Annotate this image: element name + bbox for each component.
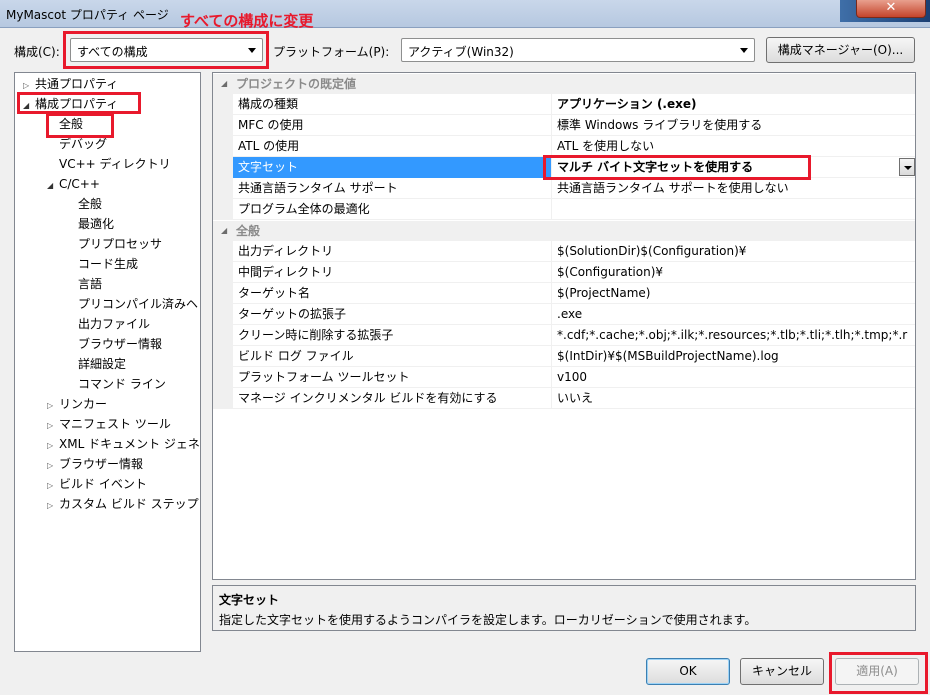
tree-item-output-files[interactable]: 出力ファイル (78, 314, 150, 334)
expand-icon[interactable]: ▷ (47, 416, 59, 436)
config-manager-button[interactable]: 構成マネージャー(O)... (766, 37, 915, 63)
config-label: 構成(C): (14, 45, 60, 59)
property-value[interactable]: 標準 Windows ライブラリを使用する (553, 115, 915, 136)
expand-icon[interactable]: ▷ (47, 456, 59, 476)
category-general[interactable]: ◢ 全般 (213, 221, 915, 241)
dropdown-button[interactable] (899, 158, 915, 176)
tree-item-cpp[interactable]: ◢ C/C++ (47, 174, 100, 194)
property-name: ターゲット名 (233, 283, 552, 304)
tree-item-general[interactable]: 全般 (59, 114, 83, 134)
title-bar: MyMascot プロパティ ページ ✕ (0, 0, 930, 28)
tree-item-cpp-general[interactable]: 全般 (78, 194, 102, 214)
tree-item-custom-build-step[interactable]: ▷ カスタム ビルド ステップ (47, 494, 199, 514)
config-select[interactable]: すべての構成 (70, 38, 263, 62)
tree-item-configuration-properties[interactable]: ◢ 構成プロパティ (23, 94, 118, 114)
property-row[interactable]: ターゲットの拡張子 .exe (213, 304, 915, 325)
property-name: 中間ディレクトリ (233, 262, 552, 283)
property-name: プログラム全体の最適化 (233, 199, 552, 220)
property-row[interactable]: ATL の使用 ATL を使用しない (213, 136, 915, 157)
description-title: 文字セット (219, 593, 280, 607)
property-row[interactable]: 共通言語ランタイム サポート 共通言語ランタイム サポートを使用しない (213, 178, 915, 199)
apply-button[interactable]: 適用(A) (835, 658, 919, 685)
property-value[interactable]: アプリケーション (.exe) (553, 94, 915, 115)
category-project-defaults[interactable]: ◢ プロジェクトの既定値 (213, 74, 915, 94)
property-name: 文字セット (233, 157, 552, 178)
platform-select[interactable]: アクティブ(Win32) (401, 38, 755, 62)
tree-item-precompiled-headers[interactable]: プリコンパイル済みヘ (78, 294, 198, 314)
expand-icon[interactable]: ▷ (47, 496, 59, 516)
property-value[interactable] (553, 199, 915, 220)
window-title: MyMascot プロパティ ページ (6, 8, 169, 22)
expand-icon[interactable]: ▷ (47, 396, 59, 416)
property-name: MFC の使用 (233, 115, 552, 136)
property-name: マネージ インクリメンタル ビルドを有効にする (233, 388, 552, 409)
property-value[interactable]: $(ProjectName) (553, 283, 915, 304)
tree-item-xml-document-generator[interactable]: ▷ XML ドキュメント ジェネ (47, 434, 200, 454)
property-row[interactable]: 出力ディレクトリ $(SolutionDir)$(Configuration)¥ (213, 241, 915, 262)
property-name: プラットフォーム ツールセット (233, 367, 552, 388)
property-value[interactable]: .exe (553, 304, 915, 325)
description-pane: 文字セット 指定した文字セットを使用するようコンパイラを設定します。ローカリゼー… (212, 585, 916, 631)
tree-item-preprocessor[interactable]: プリプロセッサ (78, 234, 162, 254)
close-button[interactable]: ✕ (856, 0, 926, 18)
collapse-icon[interactable]: ◢ (47, 176, 59, 196)
collapse-icon[interactable]: ◢ (221, 74, 227, 94)
ok-button[interactable]: OK (646, 658, 730, 685)
expand-icon[interactable]: ▷ (23, 76, 35, 96)
property-value[interactable]: $(Configuration)¥ (553, 262, 915, 283)
tree-item-manifest-tool[interactable]: ▷ マニフェスト ツール (47, 414, 171, 434)
property-name: ビルド ログ ファイル (233, 346, 552, 367)
config-select-value: すべての構成 (77, 45, 148, 59)
tree-item-language[interactable]: 言語 (78, 274, 102, 294)
tree-item-browse-info[interactable]: ▷ ブラウザー情報 (47, 454, 143, 474)
property-name: 共通言語ランタイム サポート (233, 178, 552, 199)
property-value[interactable]: v100 (553, 367, 915, 388)
description-text: 指定した文字セットを使用するようコンパイラを設定します。ローカリゼーションで使用… (219, 613, 757, 627)
chevron-down-icon (248, 48, 256, 53)
collapse-icon[interactable]: ◢ (23, 96, 35, 116)
tree-item-command-line[interactable]: コマンド ライン (78, 374, 166, 394)
platform-label: プラットフォーム(P): (273, 45, 390, 59)
property-name: クリーン時に削除する拡張子 (233, 325, 552, 346)
annotation-text: すべての構成に変更 (180, 12, 314, 30)
property-row[interactable]: MFC の使用 標準 Windows ライブラリを使用する (213, 115, 915, 136)
property-value[interactable]: ATL を使用しない (553, 136, 915, 157)
expand-icon[interactable]: ▷ (47, 436, 59, 456)
property-value[interactable]: $(IntDir)¥$(MSBuildProjectName).log (553, 346, 915, 367)
property-grid: ◢ プロジェクトの既定値 構成の種類 アプリケーション (.exe) MFC の… (212, 72, 916, 580)
tree-item-optimization[interactable]: 最適化 (78, 214, 114, 234)
property-row[interactable]: プログラム全体の最適化 (213, 199, 915, 220)
character-set-value[interactable]: マルチ バイト文字セットを使用する Ｉ (553, 157, 915, 178)
tree-item-code-generation[interactable]: コード生成 (78, 254, 138, 274)
property-row[interactable]: クリーン時に削除する拡張子 *.cdf;*.cache;*.obj;*.ilk;… (213, 325, 915, 346)
chevron-down-icon (740, 48, 748, 53)
property-value[interactable]: いいえ (553, 388, 915, 409)
tree-item-browse-information[interactable]: ブラウザー情報 (78, 334, 162, 354)
property-row[interactable]: マネージ インクリメンタル ビルドを有効にする いいえ (213, 388, 915, 409)
property-name: 構成の種類 (233, 94, 552, 115)
cancel-button[interactable]: キャンセル (740, 658, 824, 685)
property-tree: ▷ 共通プロパティ ◢ 構成プロパティ 全般 デバッグ VC++ ディレクトリ ◢ C… (14, 72, 201, 652)
tree-item-linker[interactable]: ▷ リンカー (47, 394, 107, 414)
property-row[interactable]: ターゲット名 $(ProjectName) (213, 283, 915, 304)
property-value[interactable]: $(SolutionDir)$(Configuration)¥ (553, 241, 915, 262)
tree-item-build-events[interactable]: ▷ ビルド イベント (47, 474, 147, 494)
tree-item-debugging[interactable]: デバッグ (59, 134, 107, 154)
tree-item-advanced[interactable]: 詳細設定 (78, 354, 126, 374)
platform-select-value: アクティブ(Win32) (408, 45, 514, 59)
property-value[interactable]: 共通言語ランタイム サポートを使用しない (553, 178, 915, 199)
property-row[interactable]: プラットフォーム ツールセット v100 (213, 367, 915, 388)
property-name: ATL の使用 (233, 136, 552, 157)
tree-item-vc-directories[interactable]: VC++ ディレクトリ (59, 154, 171, 174)
property-row[interactable]: 中間ディレクトリ $(Configuration)¥ (213, 262, 915, 283)
property-name: ターゲットの拡張子 (233, 304, 552, 325)
tree-item-common-properties[interactable]: ▷ 共通プロパティ (23, 74, 118, 94)
property-value[interactable]: *.cdf;*.cache;*.obj;*.ilk;*.resources;*.… (553, 325, 915, 346)
property-row[interactable]: 構成の種類 アプリケーション (.exe) (213, 94, 915, 115)
collapse-icon[interactable]: ◢ (221, 221, 227, 241)
property-name: 出力ディレクトリ (233, 241, 552, 262)
expand-icon[interactable]: ▷ (47, 476, 59, 496)
property-row[interactable]: ビルド ログ ファイル $(IntDir)¥$(MSBuildProjectNa… (213, 346, 915, 367)
property-row-character-set[interactable]: 文字セット マルチ バイト文字セットを使用する Ｉ (213, 157, 915, 178)
